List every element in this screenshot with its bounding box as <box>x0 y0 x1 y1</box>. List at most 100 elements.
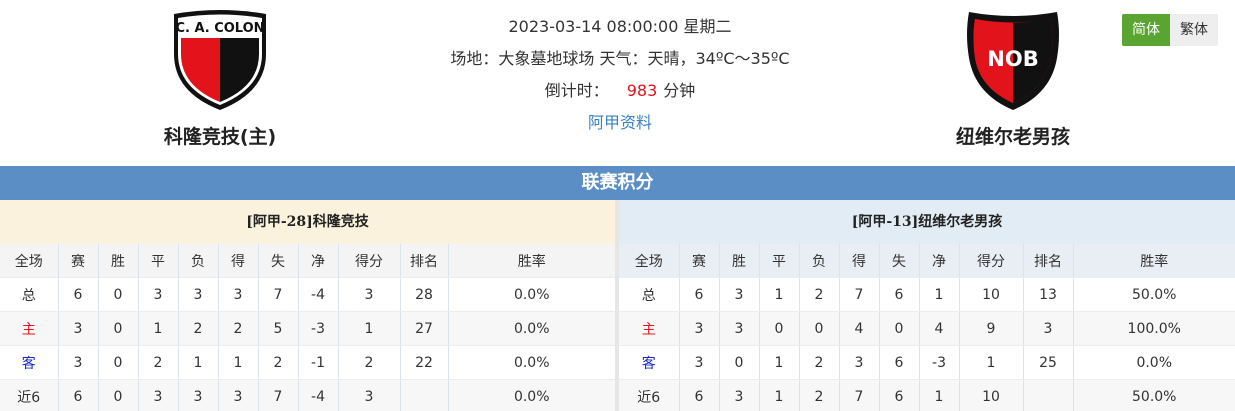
home-table-cell: -4 <box>298 379 339 411</box>
home-table-cell: 6 <box>58 379 99 411</box>
home-table-row: 总 6 0 3 3 3 7 -4 3 28 0.0% <box>0 277 615 312</box>
home-row-type: 近6 <box>0 379 59 411</box>
away-table-row: 客 3 0 1 2 3 6 -3 1 25 0.0% <box>619 345 1235 380</box>
away-table-cell <box>1023 379 1074 411</box>
home-table-cell: 2 <box>218 311 259 346</box>
away-table-cell: 3 <box>839 345 880 380</box>
home-table-cell: 3 <box>218 277 259 312</box>
away-table-cell: 3 <box>679 311 720 346</box>
home-table-cell: 6 <box>58 277 99 312</box>
home-panel-title[interactable]: [阿甲-28]科隆竞技 <box>0 200 615 244</box>
countdown: 倒计时： 983 分钟 <box>360 80 880 112</box>
home-table-header: 全场赛胜平负得失净得分 排名 胜率 <box>0 244 615 278</box>
away-column-header: 平 <box>759 244 800 278</box>
home-table-cell: 3 <box>178 379 219 411</box>
away-table-cell: 6 <box>879 379 920 411</box>
away-table-cell: 0 <box>799 311 840 346</box>
home-table-cell: 3 <box>138 277 179 312</box>
match-datetime: 2023-03-14 08:00:00 星期二 <box>508 17 732 36</box>
away-table-cell: 50.0% <box>1073 379 1235 411</box>
home-column-header: 赛 <box>58 244 99 278</box>
away-table-cell: 3 <box>719 277 760 312</box>
home-table-cell: 3 <box>58 311 99 346</box>
away-column-header: 胜率 <box>1073 244 1235 278</box>
away-table-cell: 1 <box>919 379 960 411</box>
home-column-header: 全场 <box>0 244 59 278</box>
away-crest-text: NOB <box>987 47 1038 71</box>
home-table-cell: 2 <box>338 345 401 380</box>
home-table-cell: 3 <box>218 379 259 411</box>
home-table-cell: 0.0% <box>448 345 615 380</box>
away-table-cell: 2 <box>799 379 840 411</box>
home-table-cell <box>400 379 449 411</box>
home-table-cell: 3 <box>338 379 401 411</box>
home-column-header: 胜率 <box>448 244 615 278</box>
away-column-header: 净 <box>919 244 960 278</box>
home-column-header: 平 <box>138 244 179 278</box>
home-table-cell: 7 <box>258 277 299 312</box>
away-table-cell: 6 <box>679 379 720 411</box>
home-table-cell: 3 <box>338 277 401 312</box>
away-table-cell: 2 <box>799 345 840 380</box>
away-table-cell: 0 <box>879 311 920 346</box>
home-table-cell: 2 <box>138 345 179 380</box>
home-column-header: 净 <box>298 244 339 278</box>
away-table-cell: 10 <box>959 379 1024 411</box>
league-info-link[interactable]: 阿甲资料 <box>588 113 652 132</box>
away-table-cell: 3 <box>719 379 760 411</box>
away-table-cell: 3 <box>1023 311 1074 346</box>
home-table-cell: -1 <box>298 345 339 380</box>
away-table-row: 总 6 3 1 2 7 6 1 10 13 50.0% <box>619 277 1235 312</box>
home-table-cell: 0.0% <box>448 379 615 411</box>
home-row-type: 主 <box>0 311 59 346</box>
away-column-header: 排名 <box>1023 244 1074 278</box>
countdown-unit: 分钟 <box>663 81 696 100</box>
home-column-header: 负 <box>178 244 219 278</box>
home-team-name[interactable]: 科隆竞技(主) <box>120 122 320 149</box>
away-table-cell: -3 <box>919 345 960 380</box>
away-table-cell: 6 <box>679 277 720 312</box>
home-team[interactable]: C. A. COLON 科隆竞技(主) <box>120 8 320 149</box>
away-row-type: 近6 <box>619 379 680 411</box>
home-table-cell: 0 <box>98 311 139 346</box>
away-table-cell: 1 <box>919 277 960 312</box>
home-table-cell: 28 <box>400 277 449 312</box>
home-table-cell: 0 <box>98 277 139 312</box>
away-table-cell: 50.0% <box>1073 277 1235 312</box>
away-table-cell: 3 <box>679 345 720 380</box>
away-column-header: 胜 <box>719 244 760 278</box>
countdown-value: 983 <box>626 81 658 100</box>
simplified-chinese-button[interactable]: 简体 <box>1122 14 1170 46</box>
away-column-header: 全场 <box>619 244 680 278</box>
away-table-row: 主 3 3 0 0 4 0 4 9 3 100.0% <box>619 311 1235 346</box>
home-table-cell: 3 <box>138 379 179 411</box>
away-table-cell: 6 <box>879 277 920 312</box>
away-column-header: 赛 <box>679 244 720 278</box>
away-table-cell: 4 <box>919 311 960 346</box>
away-table-header: 全场赛胜平负得失净得分 排名 胜率 <box>619 244 1235 278</box>
home-table-cell: 2 <box>258 345 299 380</box>
away-team-name[interactable]: 纽维尔老男孩 <box>913 122 1113 149</box>
home-table-cell: 5 <box>258 311 299 346</box>
away-table-cell: 0 <box>719 345 760 380</box>
away-table-cell: 9 <box>959 311 1024 346</box>
venue-weather: 场地：大象墓地球场 天气：天晴，34ºC～35ºC <box>450 49 790 68</box>
away-table-cell: 2 <box>799 277 840 312</box>
home-crest-text: C. A. COLON <box>175 21 264 36</box>
away-table-cell: 1 <box>759 345 800 380</box>
away-team[interactable]: NOB 纽维尔老男孩 <box>913 8 1113 149</box>
match-info: 2023-03-14 08:00:00 星期二 场地：大象墓地球场 天气：天晴，… <box>360 16 880 144</box>
home-table-cell: 0.0% <box>448 277 615 312</box>
away-table-row: 近6 6 3 1 2 7 6 1 10 50.0% <box>619 379 1235 411</box>
home-table-cell: 7 <box>258 379 299 411</box>
section-title-league-standings: 联赛积分 <box>0 166 1235 200</box>
home-standings-panel: [阿甲-28]科隆竞技 全场赛胜平负得失净得分 排名 胜率 总 6 0 3 3 3 7 -4 3 28… <box>0 200 615 411</box>
away-column-header: 得分 <box>959 244 1024 278</box>
away-table-cell: 1 <box>759 277 800 312</box>
away-panel-title[interactable]: [阿甲-13]纽维尔老男孩 <box>619 200 1235 244</box>
away-column-header: 负 <box>799 244 840 278</box>
home-table-cell: 3 <box>58 345 99 380</box>
away-team-crest-icon: NOB <box>967 12 1059 110</box>
traditional-chinese-button[interactable]: 繁体 <box>1170 14 1218 46</box>
home-table-cell: -3 <box>298 311 339 346</box>
